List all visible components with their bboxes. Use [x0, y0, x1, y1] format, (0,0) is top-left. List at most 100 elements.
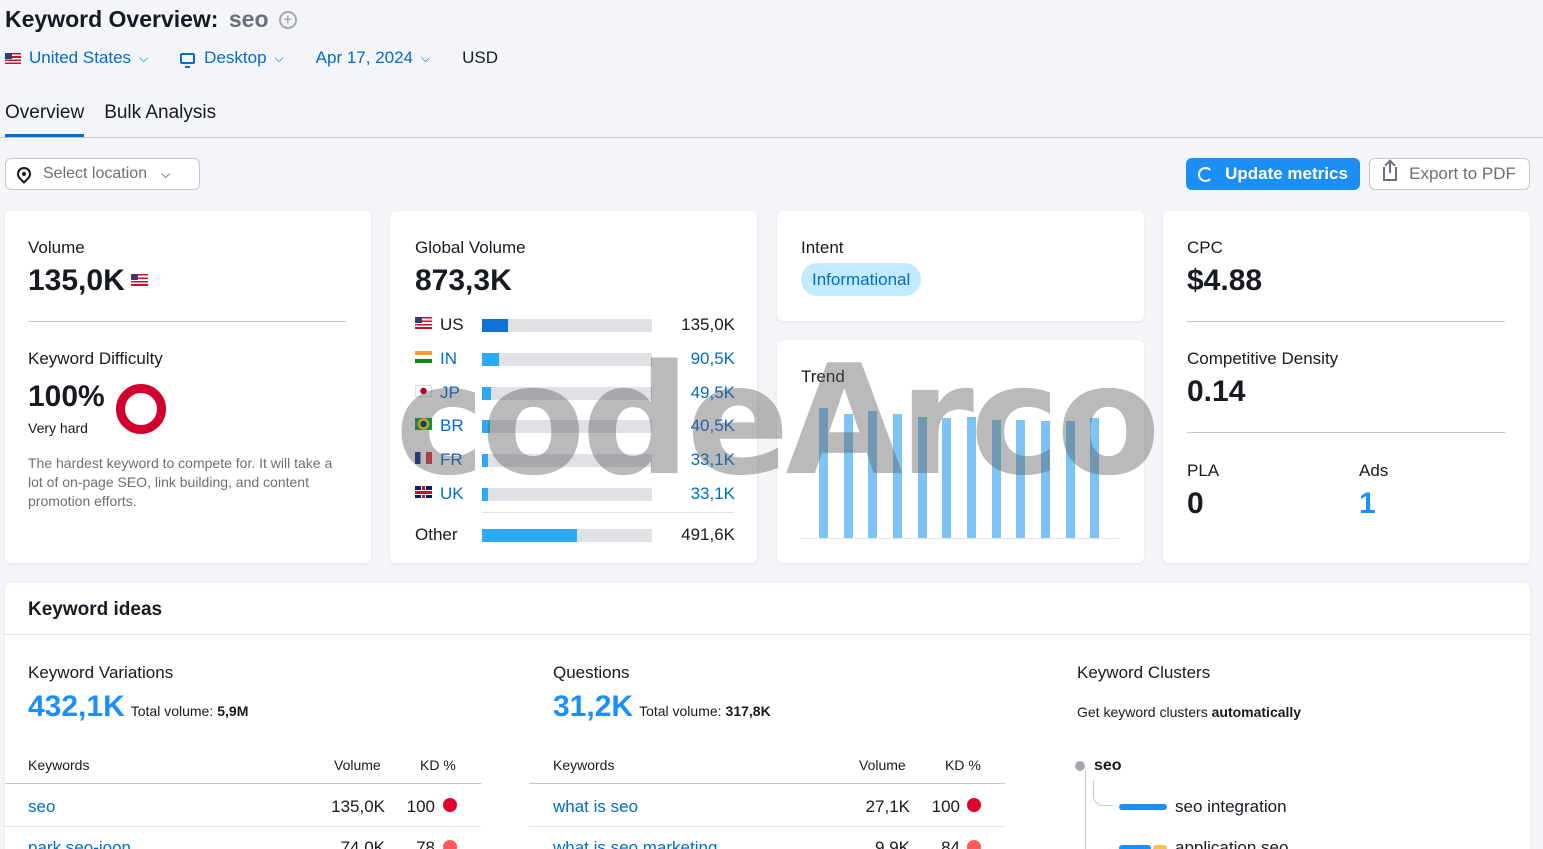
kd-label: Keyword Difficulty: [28, 349, 163, 368]
cluster-1-bar: [1119, 804, 1167, 810]
global-volume-divider: [482, 512, 734, 513]
cluster-1-label[interactable]: seo integration: [1175, 797, 1287, 817]
cpc-divider: [1187, 321, 1505, 322]
variations-col-kd: KD %: [420, 757, 456, 773]
desktop-icon: [180, 52, 196, 68]
page-title-text: Keyword Overview:: [5, 6, 219, 32]
cluster-node-icon: [1075, 761, 1085, 771]
date-filter[interactable]: Apr 17, 2024 ⌵: [316, 48, 430, 68]
country-filter[interactable]: United States ⌵: [5, 48, 148, 68]
variations-count[interactable]: 432,1K: [28, 690, 125, 724]
variations-header-line: [5, 783, 481, 784]
pla-label: PLA: [1187, 461, 1220, 480]
global-volume-other-row: Other 491,6K: [415, 525, 735, 545]
density-divider: [1187, 432, 1505, 433]
device-filter-label: Desktop: [204, 48, 267, 67]
cluster-2-bar: [1119, 845, 1151, 849]
volume-value-text: 135,0K: [28, 264, 125, 297]
filters-bar: United States ⌵ Desktop ⌵ Apr 17, 2024 ⌵…: [5, 48, 530, 68]
variations-row-2-keyword[interactable]: park seo-joon: [28, 838, 131, 849]
page-title: Keyword Overview: seo +: [5, 6, 297, 33]
cluster-root[interactable]: seo: [1075, 757, 1122, 775]
ads-label: Ads: [1359, 461, 1389, 480]
questions-summary: 31,2K Total volume: 317,8K: [553, 690, 771, 724]
questions-total-value: 317,8K: [725, 703, 771, 719]
variations-col-keywords: Keywords: [28, 757, 90, 773]
update-metrics-button[interactable]: Update metrics: [1186, 158, 1360, 190]
refresh-icon: [1198, 166, 1214, 182]
questions-header-line: [529, 783, 1005, 784]
questions-col-keywords: Keywords: [553, 757, 615, 773]
questions-col-volume: Volume: [859, 757, 906, 773]
plus-circle-icon[interactable]: +: [278, 11, 297, 29]
volume-bar-track: [482, 319, 652, 332]
location-pin-icon: [14, 164, 34, 184]
location-select[interactable]: Select location ⌵: [5, 158, 200, 190]
kd-dot-icon: [967, 798, 981, 812]
clusters-subtitle: Get keyword clusters automatically: [1077, 704, 1301, 720]
other-value: 491,6K: [681, 525, 735, 544]
other-label: Other: [415, 525, 458, 544]
global-volume-label: Global Volume: [415, 238, 526, 257]
update-metrics-label: Update metrics: [1225, 164, 1348, 183]
tabs-divider: [0, 137, 1543, 138]
location-select-placeholder: Select location: [43, 165, 148, 182]
ads-value[interactable]: 1: [1359, 487, 1376, 521]
questions-row-1-kd: 100: [931, 797, 960, 816]
volume-bar-fill: [482, 319, 508, 332]
questions-row-2-keyword[interactable]: what is seo marketing: [553, 838, 717, 849]
tab-overview[interactable]: Overview: [5, 102, 85, 137]
competitive-density-label: Competitive Density: [1187, 349, 1339, 368]
competitive-density-value: 0.14: [1187, 375, 1246, 408]
date-filter-label: Apr 17, 2024: [315, 48, 414, 67]
export-pdf-button[interactable]: Export to PDF: [1369, 158, 1530, 190]
questions-row-2-volume: 9,9K: [875, 838, 910, 849]
questions-row-2-kd: 84: [941, 838, 960, 849]
kd-value: 100%: [28, 380, 105, 413]
upload-icon: [1383, 161, 1398, 181]
volume-value: 135,0K: [28, 264, 148, 298]
kd-level: Very hard: [28, 420, 88, 436]
chevron-down-icon: ⌵: [161, 166, 171, 181]
currency-label: USD: [462, 48, 499, 67]
kd-dot-icon: [443, 840, 457, 849]
us-flag-icon: [5, 52, 21, 64]
variations-row-line: [5, 826, 481, 827]
variations-col-volume: Volume: [334, 757, 381, 773]
questions-row-1-keyword[interactable]: what is seo: [553, 797, 638, 817]
cluster-2-bar-secondary: [1153, 845, 1167, 849]
us-flag-icon: [415, 317, 432, 329]
cpc-label: CPC: [1187, 238, 1223, 257]
watermark-text: codeArco: [395, 332, 1161, 509]
country-filter-label: United States: [29, 48, 132, 67]
variations-total-label: Total volume:: [130, 703, 214, 719]
cluster-root-label: seo: [1094, 757, 1122, 774]
intent-label: Intent: [801, 238, 844, 257]
variations-summary: 432,1K Total volume: 5,9M: [28, 690, 248, 724]
keyword-text: seo: [228, 6, 269, 32]
variations-title: Keyword Variations: [28, 663, 174, 682]
questions-count[interactable]: 31,2K: [553, 690, 633, 724]
variations-row-1-keyword[interactable]: seo: [28, 797, 55, 817]
device-filter[interactable]: Desktop ⌵: [180, 48, 284, 68]
volume-label: Volume: [28, 238, 85, 257]
tab-bulk-analysis[interactable]: Bulk Analysis: [104, 102, 216, 137]
other-bar-track: [482, 529, 652, 542]
chevron-down-icon: ⌵: [421, 50, 431, 65]
clusters-subtitle-text: Get keyword clusters: [1077, 704, 1208, 720]
kd-dot-icon: [967, 840, 981, 849]
questions-col-kd: KD %: [945, 757, 981, 773]
kd-dot-icon: [443, 798, 457, 812]
cpc-value: $4.88: [1187, 264, 1263, 297]
clusters-title: Keyword Clusters: [1077, 663, 1211, 682]
us-flag-icon: [130, 274, 148, 286]
global-volume-value: 873,3K: [415, 264, 512, 297]
cluster-2-label[interactable]: application seo: [1175, 838, 1288, 849]
variations-row-2-kd: 78: [416, 838, 435, 849]
chevron-down-icon: ⌵: [274, 50, 284, 65]
questions-total-label: Total volume:: [639, 703, 722, 719]
variations-row-1-kd: 100: [406, 797, 435, 816]
cluster-tree-line: [1085, 770, 1086, 849]
questions-title: Questions: [553, 663, 630, 682]
cluster-branch-line: [1093, 780, 1113, 806]
